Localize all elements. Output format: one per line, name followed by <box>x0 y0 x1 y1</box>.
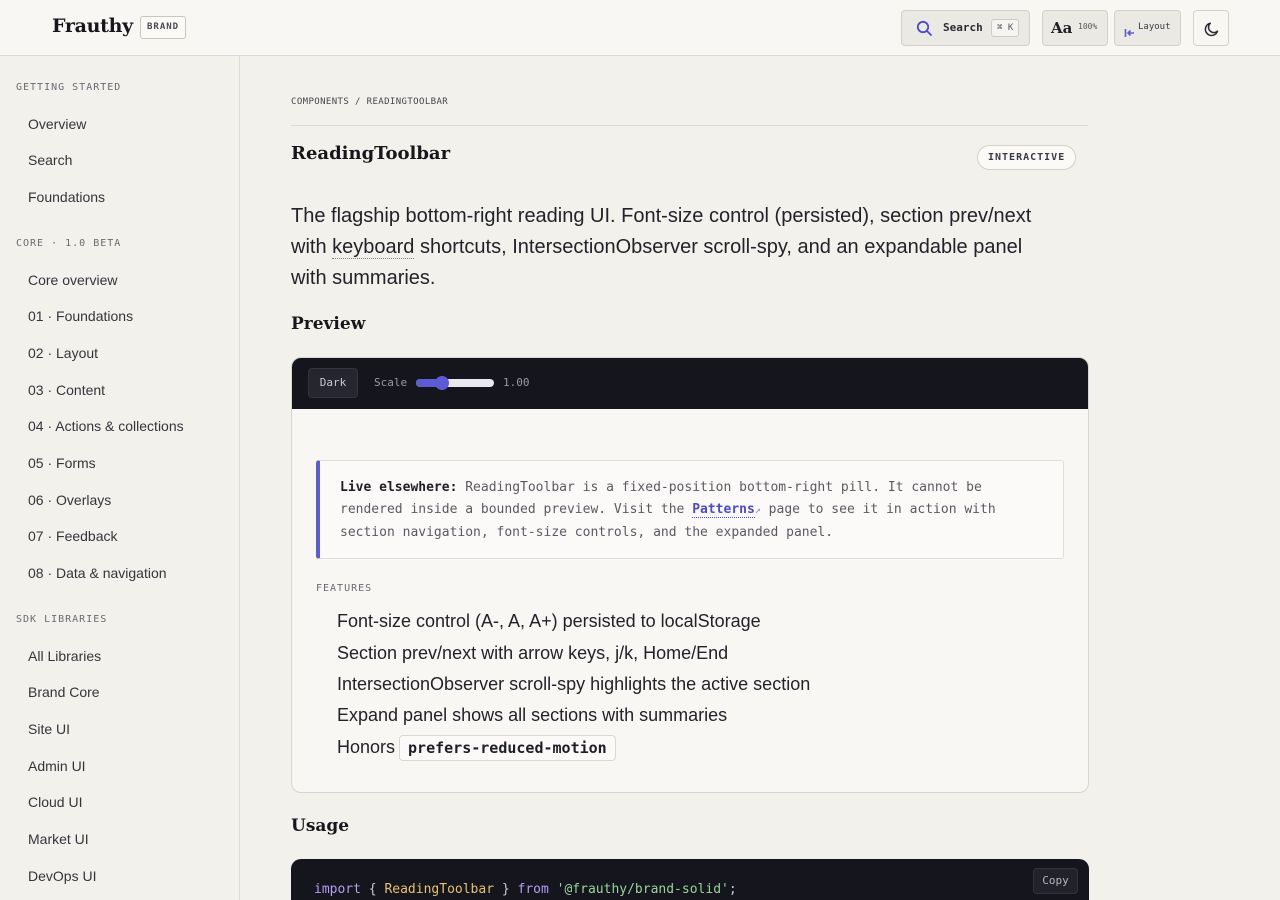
dark-mode-button[interactable]: Dark <box>308 368 358 398</box>
sidebar-item-overview[interactable]: Overview <box>28 116 86 132</box>
layout-icon <box>1124 23 1135 42</box>
logo[interactable]: Frauthy <box>52 15 133 37</box>
code-identifier: ReadingToolbar <box>384 882 495 897</box>
sidebar-item-actions-collections[interactable]: 04 · Actions & collections <box>28 418 184 434</box>
search-label: Search <box>943 21 983 34</box>
page-description: The flagship bottom-right reading UI. Fo… <box>291 201 1051 294</box>
feature-item: Section prev/next with arrow keys, j/k, … <box>337 643 729 663</box>
code-punct <box>549 882 557 897</box>
keyboard-term[interactable]: keyboard <box>332 236 415 259</box>
feature-text: Honors <box>337 736 396 757</box>
feature-item: IntersectionObserver scroll-spy highligh… <box>337 674 811 694</box>
code-punct: { <box>360 882 385 897</box>
preview-heading: Preview <box>291 314 366 334</box>
feature-item: Font-size control (A-, A, A+) persisted … <box>337 611 761 631</box>
font-size-label: Aa <box>1051 19 1073 37</box>
patterns-link[interactable]: Patterns <box>692 502 755 518</box>
live-elsewhere-callout: Live elsewhere: ReadingToolbar is a fixe… <box>316 460 1064 559</box>
sidebar-item-data-navigation[interactable]: 08 · Data & navigation <box>28 565 167 581</box>
callout-title: Live elsewhere: <box>340 480 458 495</box>
sidebar-item-overlays[interactable]: 06 · Overlays <box>28 492 111 508</box>
sidebar-item-cloud-ui[interactable]: Cloud UI <box>28 794 82 810</box>
sidebar-item-brand-core[interactable]: Brand Core <box>28 684 100 700</box>
breadcrumb: COMPONENTS / READINGTOOLBAR <box>291 97 449 107</box>
sidebar-item-admin-ui[interactable]: Admin UI <box>28 758 86 774</box>
sidebar-item-core-overview[interactable]: Core overview <box>28 272 117 288</box>
main-content: COMPONENTS / READINGTOOLBAR ReadingToolb… <box>240 56 1280 900</box>
brand-badge: BRAND <box>140 16 187 39</box>
search-button[interactable]: Search ⌘ K <box>901 10 1030 46</box>
sidebar-item-site-ui[interactable]: Site UI <box>28 721 70 737</box>
sidebar: GETTING STARTED Overview Search Foundati… <box>0 56 240 900</box>
usage-heading: Usage <box>291 816 350 836</box>
sidebar-heading: GETTING STARTED <box>16 82 122 93</box>
sidebar-item-foundations[interactable]: Foundations <box>28 189 105 205</box>
preview-panel: Dark Scale 1.00 Live elsewhere: ReadingT… <box>291 357 1089 793</box>
scale-slider[interactable] <box>416 379 494 387</box>
code-line: import { ReadingToolbar } from '@frauthy… <box>314 882 737 897</box>
sidebar-item-search[interactable]: Search <box>28 152 72 168</box>
status-badge: INTERACTIVE <box>977 145 1077 170</box>
layout-button[interactable]: Layout <box>1114 10 1181 46</box>
copy-button[interactable]: Copy <box>1033 868 1078 894</box>
code-block: Copy import { ReadingToolbar } from '@fr… <box>291 859 1089 900</box>
layout-label: Layout <box>1138 22 1171 32</box>
code-punct: } <box>494 882 518 897</box>
sidebar-item-devops-ui[interactable]: DevOps UI <box>28 868 96 884</box>
moon-icon <box>1203 20 1221 42</box>
sidebar-item-market-ui[interactable]: Market UI <box>28 831 89 847</box>
sidebar-item-core-foundations[interactable]: 01 · Foundations <box>28 308 133 324</box>
page-title: ReadingToolbar <box>291 143 451 164</box>
divider <box>291 125 1088 126</box>
sidebar-item-layout[interactable]: 02 · Layout <box>28 345 98 361</box>
search-icon <box>916 20 933 41</box>
scale-value: 1.00 <box>503 376 530 389</box>
feature-item: Expand panel shows all sections with sum… <box>337 705 728 725</box>
scale-label: Scale <box>374 376 408 389</box>
font-size-button[interactable]: Aa 100% <box>1042 10 1108 46</box>
preview-toolbar: Dark Scale 1.00 <box>292 358 1088 409</box>
theme-toggle-button[interactable] <box>1193 10 1229 46</box>
scale-slider-thumb[interactable] <box>434 376 449 390</box>
sidebar-heading: SDK LIBRARIES <box>16 614 108 625</box>
sidebar-item-forms[interactable]: 05 · Forms <box>28 455 96 471</box>
features-heading: FEATURES <box>316 583 373 594</box>
sidebar-item-all-libraries[interactable]: All Libraries <box>28 648 101 664</box>
font-scale-value: 100% <box>1078 22 1098 31</box>
callout-text: Live elsewhere: ReadingToolbar is a fixe… <box>340 477 1040 544</box>
code-string: '@frauthy/brand-solid' <box>556 882 729 897</box>
sidebar-item-feedback[interactable]: 07 · Feedback <box>28 528 118 544</box>
code-keyword: from <box>517 882 549 897</box>
search-shortcut: ⌘ K <box>991 19 1020 37</box>
code-keyword: import <box>314 882 361 897</box>
feature-item: Honors prefers-reduced-motion <box>337 735 616 761</box>
inline-code: prefers-reduced-motion <box>399 735 616 761</box>
code-punct: ; <box>728 882 737 897</box>
top-bar: Frauthy BRAND Search ⌘ K Aa 100% Layout <box>0 0 1280 56</box>
sidebar-heading: CORE · 1.0 BETA <box>16 238 122 249</box>
sidebar-item-content[interactable]: 03 · Content <box>28 382 105 398</box>
